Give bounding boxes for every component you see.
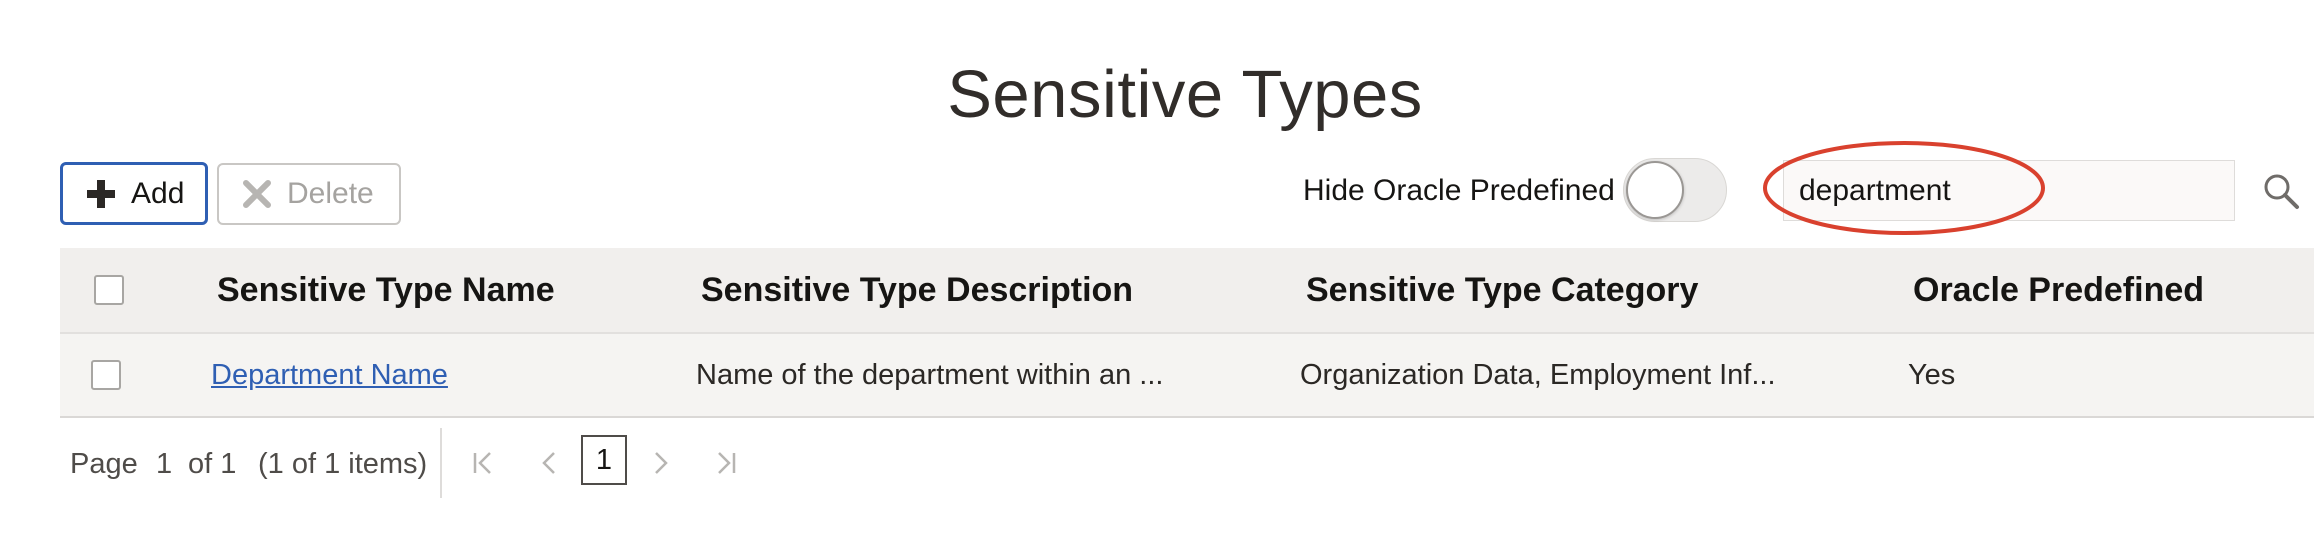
pager-divider: [440, 428, 442, 498]
hide-oracle-predefined-toggle[interactable]: [1623, 158, 1727, 222]
x-icon: [243, 180, 271, 208]
delete-button[interactable]: Delete: [217, 163, 401, 225]
column-header-description[interactable]: Sensitive Type Description: [701, 248, 1133, 332]
row-checkbox[interactable]: [91, 360, 121, 390]
first-page-icon[interactable]: [469, 448, 499, 478]
row-name-cell: Department Name: [211, 334, 448, 416]
search-icon[interactable]: [2262, 172, 2300, 210]
items-count-label: (1 of 1 items): [258, 448, 428, 480]
add-button[interactable]: Add: [60, 162, 208, 225]
current-page-value[interactable]: 1: [156, 448, 172, 481]
sensitive-type-name-link[interactable]: Department Name: [211, 359, 448, 392]
page-total-label: of 1: [188, 448, 237, 480]
select-all-cell: [94, 248, 124, 332]
row-category: Organization Data, Employment Inf...: [1300, 358, 1776, 391]
column-header-predefined[interactable]: Oracle Predefined: [1913, 248, 2204, 332]
column-header-name[interactable]: Sensitive Type Name: [217, 248, 555, 332]
toggle-knob: [1626, 161, 1684, 219]
table-row[interactable]: Department Name Name of the department w…: [60, 334, 2314, 418]
row-predefined: Yes: [1908, 358, 1956, 391]
hide-oracle-predefined-label: Hide Oracle Predefined: [1303, 174, 1615, 207]
select-all-checkbox[interactable]: [94, 275, 124, 305]
page-title: Sensitive Types: [947, 57, 1423, 132]
previous-page-icon[interactable]: [535, 448, 565, 478]
sensitive-types-table: Sensitive Type Name Sensitive Type Descr…: [60, 248, 2314, 418]
add-button-label: Add: [131, 176, 185, 210]
page-number-button[interactable]: 1: [581, 435, 627, 485]
search-input[interactable]: [1783, 160, 2235, 221]
column-header-category[interactable]: Sensitive Type Category: [1306, 248, 1698, 332]
plus-icon: [87, 179, 115, 208]
delete-button-label: Delete: [287, 177, 374, 210]
table-header-row: Sensitive Type Name Sensitive Type Descr…: [60, 248, 2314, 334]
last-page-icon[interactable]: [710, 448, 740, 478]
row-select-cell: [91, 334, 121, 416]
row-description: Name of the department within an ...: [696, 358, 1164, 391]
pagination-bar: Page 1 of 1 (1 of 1 items) 1: [60, 428, 780, 498]
page-label: Page: [70, 448, 138, 480]
next-page-icon[interactable]: [645, 448, 675, 478]
